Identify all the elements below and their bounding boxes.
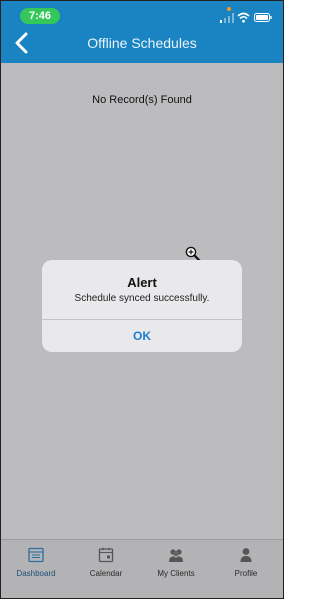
tab-label: Calendar bbox=[89, 569, 123, 578]
chevron-left-icon bbox=[15, 32, 28, 54]
alert-title: Alert bbox=[127, 275, 157, 290]
status-time: 7:46 bbox=[20, 8, 60, 24]
alert-ok-button[interactable]: OK bbox=[42, 320, 242, 352]
battery-icon bbox=[254, 13, 272, 22]
tab-my-clients[interactable]: My Clients bbox=[141, 540, 211, 598]
page-title: Offline Schedules bbox=[87, 35, 197, 51]
back-button[interactable] bbox=[13, 32, 31, 54]
status-bar: 7:46 bbox=[1, 1, 283, 25]
profile-icon bbox=[240, 548, 252, 562]
header-bar: 7:46 Offline Schedules bbox=[1, 1, 283, 63]
tab-label: My Clients bbox=[157, 569, 195, 578]
cellular-signal-icon bbox=[220, 13, 234, 23]
wifi-icon bbox=[237, 12, 250, 23]
tab-profile[interactable]: Profile bbox=[211, 540, 281, 598]
alert-dialog: Alert Schedule synced successfully. OK bbox=[42, 260, 242, 352]
tab-label: Profile bbox=[234, 569, 258, 578]
clients-icon bbox=[169, 549, 183, 562]
tab-calendar[interactable]: Calendar bbox=[71, 540, 141, 598]
calendar-icon bbox=[98, 547, 114, 563]
app-screen: 7:46 Offline Schedules No Record(s) Foun… bbox=[0, 0, 284, 599]
bottom-tab-bar: Dashboard Calendar My Clients Profile bbox=[1, 539, 283, 598]
alert-message: Schedule synced successfully. bbox=[74, 293, 210, 304]
empty-state-message: No Record(s) Found bbox=[92, 94, 192, 106]
tab-dashboard[interactable]: Dashboard bbox=[1, 540, 71, 598]
dashboard-icon bbox=[28, 547, 44, 563]
privacy-indicator-icon bbox=[227, 7, 231, 11]
tab-label: Dashboard bbox=[16, 569, 56, 578]
